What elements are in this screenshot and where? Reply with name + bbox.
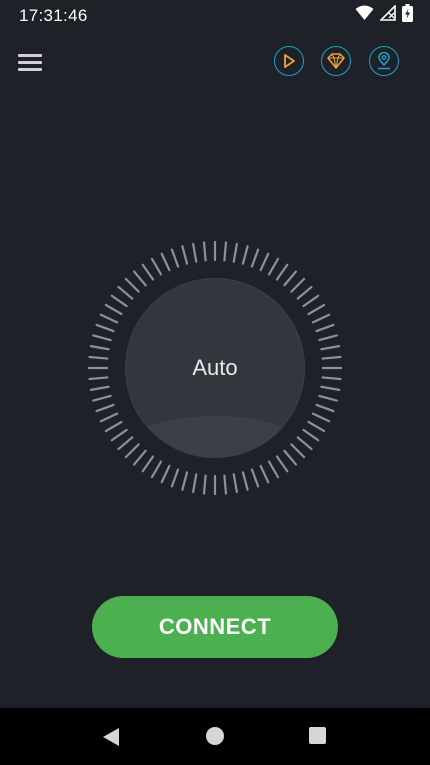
diamond-icon	[327, 53, 345, 69]
recents-icon[interactable]	[309, 727, 326, 744]
dial-tick	[92, 394, 112, 402]
home-icon[interactable]	[206, 727, 224, 745]
dial-tick	[88, 376, 109, 381]
dial-tick	[160, 464, 171, 484]
play-icon	[284, 54, 295, 68]
dial-tick	[170, 468, 180, 488]
play-button[interactable]	[274, 46, 304, 76]
menu-icon-bar	[18, 68, 42, 71]
menu-button[interactable]	[18, 52, 44, 74]
dial-tick	[232, 242, 238, 263]
dial-tick	[320, 345, 341, 351]
dial-tick	[192, 242, 198, 263]
dial-tick	[302, 294, 320, 308]
dial-tick	[318, 394, 338, 402]
dial-tick	[307, 303, 326, 316]
dial-tick	[89, 345, 110, 351]
dial-tick	[318, 334, 338, 342]
status-time: 17:31:46	[19, 6, 88, 25]
dial-tick	[99, 412, 119, 423]
dial-tick	[302, 428, 320, 442]
server-label: Auto	[192, 355, 238, 380]
dial-tick	[267, 460, 280, 479]
premium-button[interactable]	[321, 46, 351, 76]
dial-tick	[89, 385, 110, 391]
dial-tick	[104, 420, 123, 433]
dial-tick	[95, 403, 115, 413]
dial-tick	[232, 473, 238, 494]
dial-tick	[223, 241, 228, 262]
dial-tick	[241, 471, 249, 491]
dial-tick	[88, 355, 109, 360]
dial-tick	[320, 385, 341, 391]
dial-tick	[259, 252, 270, 272]
dial-tick	[92, 334, 112, 342]
dial-tick	[321, 376, 342, 381]
dial-tick	[104, 303, 123, 316]
dial-tick	[181, 471, 189, 491]
dial-tick	[170, 248, 180, 268]
dial-tick	[223, 474, 228, 495]
dial-tick	[275, 455, 289, 473]
location-pin-icon	[378, 52, 390, 70]
dial-tick	[321, 355, 342, 360]
dial-tick	[202, 474, 207, 495]
wifi-icon	[355, 5, 374, 26]
dial-tick	[241, 245, 249, 265]
dial-tick	[315, 403, 335, 413]
dial-tick	[181, 245, 189, 265]
connection-dial: Auto	[85, 238, 345, 498]
dial-tick	[259, 464, 270, 484]
dial-tick	[160, 252, 171, 272]
dial-tick	[192, 473, 198, 494]
dial-tick	[150, 460, 163, 479]
menu-icon-bar	[18, 61, 42, 64]
dial-tick	[95, 323, 115, 333]
dial-tick	[311, 412, 331, 423]
signal-icon	[379, 3, 396, 26]
connect-button[interactable]: CONNECT	[92, 596, 338, 658]
dial-tick	[202, 241, 207, 262]
dial-tick	[267, 257, 280, 276]
dial-tick	[150, 257, 163, 276]
dial-tick	[250, 248, 260, 268]
dial-tick	[315, 323, 335, 333]
status-icons	[355, 3, 413, 27]
dial-tick	[99, 313, 119, 324]
server-selector[interactable]: Auto	[125, 278, 305, 458]
navigation-bar	[0, 708, 430, 765]
battery-charging-icon	[402, 3, 413, 27]
menu-icon	[18, 54, 42, 57]
status-bar: 17:31:46	[0, 0, 430, 30]
dial-tick	[141, 455, 155, 473]
back-icon[interactable]	[102, 727, 120, 747]
dial-tick	[307, 420, 326, 433]
dial-tick	[311, 313, 331, 324]
dial-tick	[250, 468, 260, 488]
location-button[interactable]	[369, 46, 399, 76]
